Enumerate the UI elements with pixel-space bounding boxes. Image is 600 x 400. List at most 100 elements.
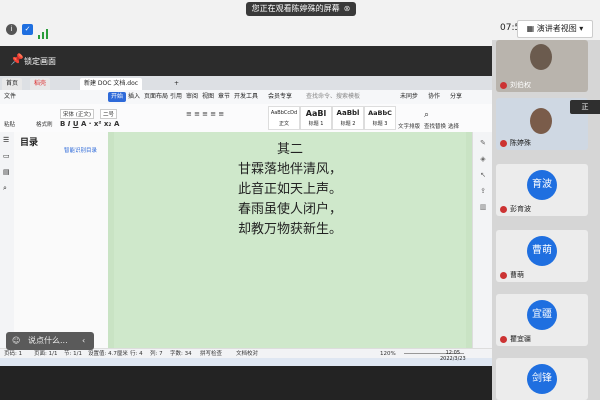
taskbar-clock: 12:05 2022/3/23	[440, 350, 466, 362]
participant-video-card[interactable]: 刘伯权	[496, 40, 588, 92]
style-icon[interactable]: ◈	[478, 154, 488, 164]
text-layout-button[interactable]: 文字排版	[398, 122, 420, 130]
style-sample: AaBbl	[336, 109, 360, 117]
style-label: 正文	[278, 121, 289, 127]
participant-card[interactable]: 曹萌 曹萌	[496, 230, 588, 282]
view-mode-label: 演讲者视图	[536, 24, 577, 33]
menu-layout[interactable]: 页面布局	[144, 90, 168, 104]
wps-ribbon: 粘贴 格式刷 宋体 (正文) 二号 B I U A · x² x₂ A ≡ ≡ …	[0, 104, 492, 133]
document-area: 其二 甘霖落地伴清风， 此音正如天上声。 春雨虽使人闭户， 却教万物获新生。	[108, 132, 472, 348]
participant-name: 陈婷殊	[510, 139, 531, 147]
menu-dev-tools[interactable]: 开发工具	[234, 90, 258, 104]
paragraph-tools[interactable]: ≡ ≡ ≡ ≡ ≡	[186, 110, 224, 118]
participant-card[interactable]: 育波 彭育波	[496, 164, 588, 216]
clock-date: 2022/3/23	[440, 356, 466, 362]
outline-title: 目录	[20, 138, 39, 148]
menu-file[interactable]: 文件	[4, 90, 16, 104]
mic-muted-icon	[500, 140, 507, 147]
avatar: 育波	[527, 170, 557, 200]
select-button[interactable]: 选择	[448, 122, 459, 130]
voice-placeholder: 说点什么...	[28, 336, 68, 345]
outline-icon[interactable]: ☰	[3, 136, 9, 144]
menu-start[interactable]: 开始	[108, 92, 127, 102]
menu-insert[interactable]: 插入	[128, 90, 140, 104]
participant-name: 彭育波	[510, 205, 531, 213]
style-sample: AaBl	[305, 109, 327, 118]
avatar: 曹萌	[527, 236, 557, 266]
menu-chapter[interactable]: 章节	[218, 90, 230, 104]
participant-card[interactable]: 剑锋	[496, 358, 588, 400]
meeting-bottom-bar	[0, 366, 492, 400]
avatar: 剑锋	[527, 364, 557, 394]
participant-card[interactable]: 宜疆 瞿宜疆	[496, 294, 588, 346]
participant-name: 瞿宜疆	[510, 335, 531, 343]
left-rail: ☰ ▭ ▤ ⌕	[0, 132, 15, 348]
mic-muted-icon	[500, 82, 507, 89]
mic-muted-icon	[500, 336, 507, 343]
emoji-icon: ☺	[12, 336, 21, 345]
tab-home[interactable]: 首页	[2, 78, 23, 90]
menu-review[interactable]: 审阅	[186, 90, 198, 104]
find-replace-button[interactable]: 查找替换	[424, 122, 446, 130]
participant-name: 刘伯权	[510, 81, 531, 89]
font-size-select[interactable]: 二号	[100, 109, 118, 119]
style-label: 标题 2	[340, 121, 356, 127]
bookmark-icon[interactable]: ▭	[3, 152, 10, 160]
chart-icon[interactable]: ▥	[478, 202, 488, 212]
bold-button[interactable]: B I U A · x² x₂ A	[60, 120, 119, 128]
poem-line: 却教万物获新生。	[237, 222, 342, 237]
font-name-select[interactable]: 宋体 (正文)	[60, 109, 95, 119]
mic-muted-icon	[500, 206, 507, 213]
share-icon[interactable]: ⇪	[478, 186, 488, 196]
menu-reference[interactable]: 引用	[170, 90, 182, 104]
right-rail: ✎ ◈ ↖ ⇪ ▥	[472, 132, 492, 348]
wps-menu-bar: 文件 开始 插入 页面布局 引用 审阅 视图 章节 开发工具 会员专享 查找命令…	[0, 90, 492, 104]
style-label: 标题 3	[372, 121, 388, 127]
lock-screen-bar[interactable]: 📌 锁定画面	[0, 46, 492, 76]
shield-icon[interactable]: ✓	[22, 24, 33, 35]
close-icon[interactable]: ⊗	[344, 4, 351, 13]
menu-view[interactable]: 视图	[202, 90, 214, 104]
sync-status[interactable]: 未同步	[400, 90, 418, 104]
style-normal[interactable]: AaBbCcDd 正文	[268, 106, 300, 130]
info-icon[interactable]: i	[6, 24, 17, 35]
chevron-left-icon[interactable]: ‹	[82, 332, 85, 350]
windows-taskbar: 12:05 2022/3/23	[0, 350, 492, 366]
tab-docer[interactable]: 稻壳	[30, 78, 51, 90]
pages-icon[interactable]: ▤	[3, 168, 10, 176]
menu-member[interactable]: 会员专享	[268, 90, 292, 104]
pen-icon[interactable]: ✎	[478, 138, 488, 148]
menu-share[interactable]: 分享	[450, 90, 462, 104]
view-mode-button[interactable]: ▦ 演讲者视图 ▾	[517, 20, 593, 38]
style-label: 标题 1	[308, 121, 324, 127]
poem-line: 此音正如天上声。	[237, 182, 342, 197]
wps-tab-bar: 首页 稻壳 新建 DOC 文档.doc +	[0, 76, 492, 90]
arrow-icon[interactable]: ↖	[478, 170, 488, 180]
mic-muted-icon	[500, 272, 507, 279]
style-heading-1[interactable]: AaBl 标题 1	[300, 106, 332, 130]
poem-line: 春雨虽使人闭户，	[237, 202, 342, 217]
command-search[interactable]: 查找命令、搜索模板	[306, 90, 360, 104]
video-thumbnail	[530, 108, 552, 134]
search-icon[interactable]: ⌕	[424, 110, 429, 120]
voice-input[interactable]: ☺ 说点什么... ‹	[6, 332, 94, 350]
style-sample: AaBbCcDd	[270, 110, 298, 116]
format-painter-button[interactable]: 格式刷	[36, 120, 53, 128]
add-tab-icon[interactable]: +	[170, 78, 183, 90]
lock-screen-label: 锁定画面	[24, 57, 56, 66]
share-notice: 您正在观看陈婷殊的屏幕 ⊗	[246, 2, 356, 16]
search-icon[interactable]: ⌕	[3, 184, 7, 193]
paste-button[interactable]: 粘贴	[4, 120, 15, 128]
poem-line: 甘霖落地伴清风，	[237, 162, 342, 177]
style-heading-2[interactable]: AaBbl 标题 2	[332, 106, 364, 130]
side-panel-toggle[interactable]: 正	[570, 100, 600, 114]
grid-icon: ▦	[526, 24, 537, 33]
participant-name: 曹萌	[510, 271, 524, 279]
menu-collaborate[interactable]: 协作	[428, 90, 440, 104]
pin-icon: 📌	[10, 53, 24, 66]
video-thumbnail	[530, 44, 552, 70]
document-page[interactable]: 其二 甘霖落地伴清风， 此音正如天上声。 春雨虽使人闭户， 却教万物获新生。	[114, 132, 466, 348]
smart-outline-button[interactable]: 智能识别目录	[64, 146, 97, 154]
tab-document[interactable]: 新建 DOC 文档.doc	[80, 78, 143, 90]
style-heading-3[interactable]: AaBbC 标题 3	[364, 106, 396, 130]
